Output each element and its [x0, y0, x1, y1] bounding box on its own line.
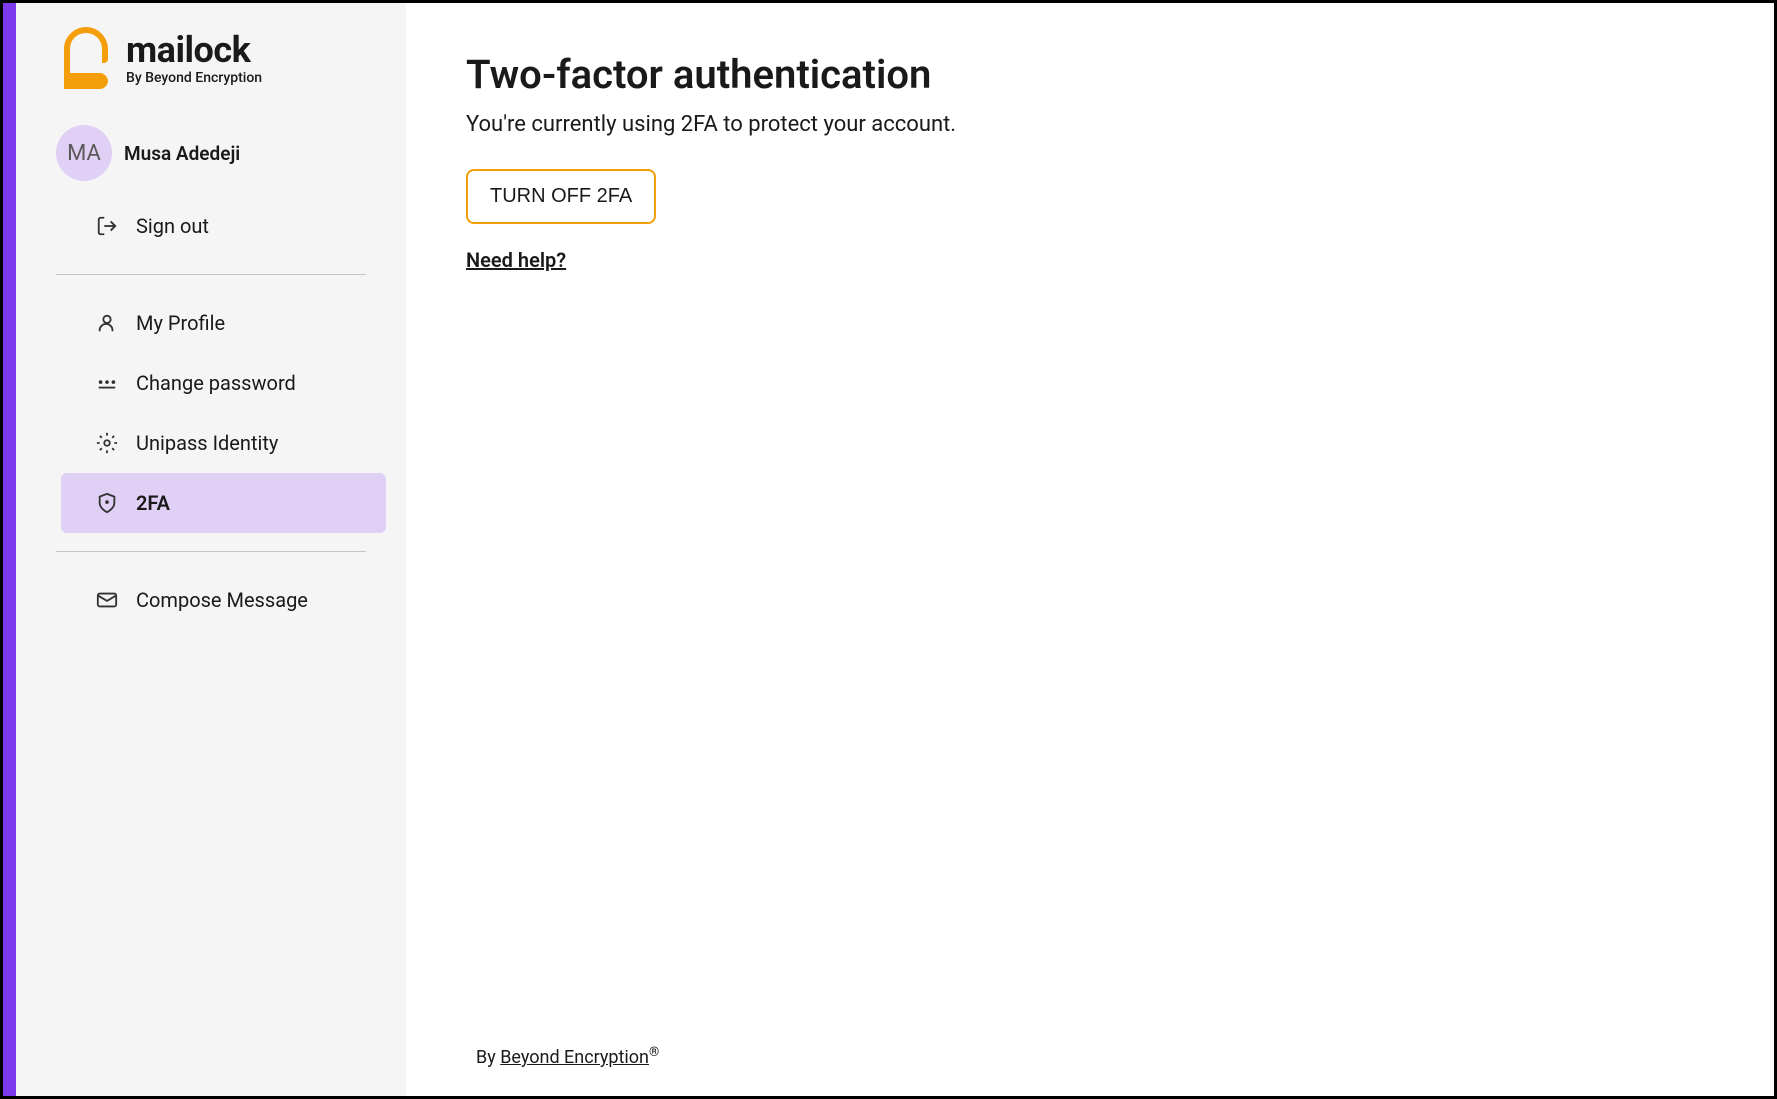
- sidebar-item-2fa[interactable]: 2FA: [61, 473, 386, 533]
- accent-bar: [3, 3, 16, 1096]
- divider: [56, 551, 366, 552]
- sidebar-item-label: Compose Message: [136, 588, 308, 612]
- sidebar-item-unipass-identity[interactable]: Unipass Identity: [16, 413, 406, 473]
- page-description: You're currently using 2FA to protect yo…: [466, 112, 1714, 137]
- need-help-link[interactable]: Need help?: [466, 248, 566, 272]
- sidebar-item-label: Change password: [136, 371, 296, 395]
- sidebar-item-compose-message[interactable]: Compose Message: [16, 570, 406, 630]
- divider: [56, 274, 366, 275]
- sidebar: mailock By Beyond Encryption MA Musa Ade…: [16, 3, 406, 1096]
- sidebar-item-change-password[interactable]: Change password: [16, 353, 406, 413]
- main-content: Two-factor authentication You're current…: [406, 3, 1774, 1096]
- footer-company-link[interactable]: Beyond Encryption: [500, 1047, 649, 1068]
- footer-registered-mark: ®: [649, 1045, 659, 1060]
- logo-title: mailock: [126, 32, 262, 68]
- footer: By Beyond Encryption®: [406, 1045, 659, 1068]
- logo-text: mailock By Beyond Encryption: [126, 32, 262, 86]
- sidebar-item-label: Sign out: [136, 214, 209, 238]
- turn-off-2fa-button[interactable]: TURN OFF 2FA: [466, 169, 656, 224]
- user-name: Musa Adedeji: [124, 142, 240, 165]
- sidebar-item-my-profile[interactable]: My Profile: [16, 293, 406, 353]
- sidebar-item-label: Unipass Identity: [136, 431, 278, 455]
- footer-by-text: By: [476, 1047, 500, 1068]
- logo-section: mailock By Beyond Encryption: [16, 23, 406, 110]
- mailock-logo-icon: [56, 23, 116, 95]
- envelope-icon: [96, 589, 118, 611]
- shield-icon: [96, 492, 118, 514]
- sidebar-item-sign-out[interactable]: Sign out: [16, 196, 406, 256]
- sidebar-item-label: 2FA: [136, 491, 170, 515]
- sidebar-item-label: My Profile: [136, 311, 225, 335]
- logo-subtitle: By Beyond Encryption: [126, 70, 262, 86]
- sign-out-icon: [96, 215, 118, 237]
- password-icon: [96, 372, 118, 394]
- page-title: Two-factor authentication: [466, 51, 1714, 98]
- person-icon: [96, 312, 118, 334]
- gear-icon: [96, 432, 118, 454]
- avatar: MA: [56, 125, 112, 181]
- user-section: MA Musa Adedeji: [16, 110, 406, 196]
